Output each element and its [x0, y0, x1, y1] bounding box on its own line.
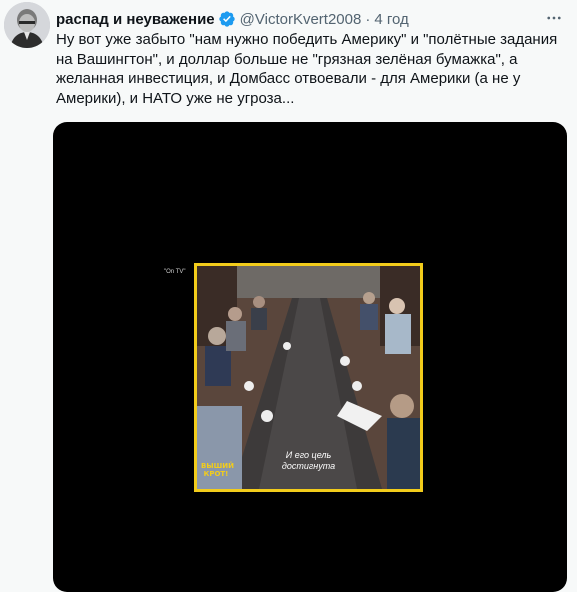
avatar-image	[4, 2, 50, 48]
video-subtitle: И его цель достигнута	[197, 450, 420, 472]
separator-dot: ·	[365, 10, 371, 28]
video-player[interactable]: "On TV" ВЫШИЙ КРОТ! И его цель достигнут…	[53, 122, 567, 592]
tweet: распад и неуважение @VictorKvert2008 · 4…	[0, 0, 577, 592]
tweet-header: распад и неуважение @VictorKvert2008 · 4…	[56, 8, 409, 30]
more-options-button[interactable]	[543, 7, 565, 29]
tweet-timestamp[interactable]: 4 год	[374, 11, 408, 28]
subtitle-line-2: достигнута	[281, 461, 336, 471]
author-name[interactable]: распад и неуважение	[56, 11, 215, 28]
author-handle[interactable]: @VictorKvert2008	[240, 11, 362, 28]
subtitle-line-1: И его цель	[285, 450, 332, 460]
tweet-text: Ну вот уже забыто "нам нужно победить Ам…	[56, 31, 558, 107]
avatar[interactable]	[4, 2, 50, 48]
video-frame: ВЫШИЙ КРОТ! И его цель достигнута	[194, 263, 423, 492]
more-options-icon	[547, 16, 561, 20]
video-watermark: "On TV"	[164, 269, 186, 275]
verified-badge-icon	[218, 11, 235, 27]
